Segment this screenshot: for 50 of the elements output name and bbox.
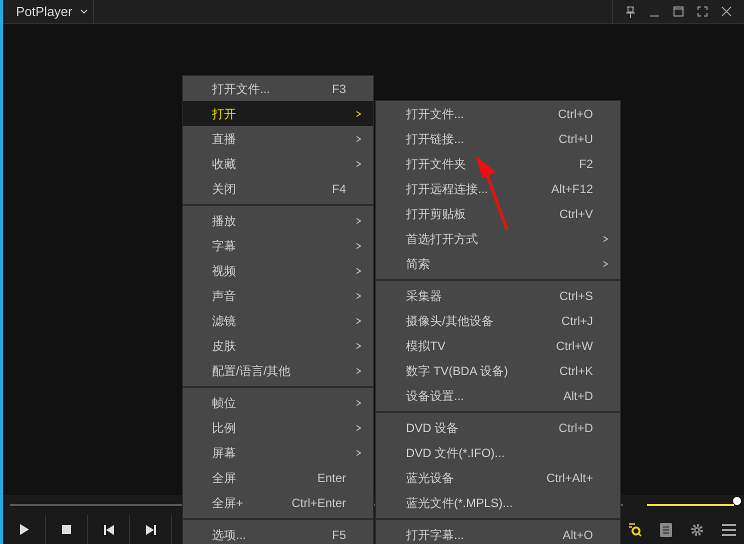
menu-item[interactable]: 蓝光文件(*.MPLS)... [376,490,620,515]
menu-item[interactable]: 帧位 [183,390,373,415]
menu-item[interactable]: 模拟TV Ctrl+W [376,333,620,358]
menu-item[interactable]: 采集器 Ctrl+S [376,283,620,308]
maximize-icon[interactable] [673,6,684,17]
menu-item[interactable]: 蓝光设备 Ctrl+Alt+ [376,465,620,490]
menu-item[interactable]: DVD 设备 Ctrl+D [376,415,620,440]
menu-item[interactable]: 字幕 [183,233,373,258]
menu-item[interactable]: 直播 [183,126,373,151]
window-title: PotPlayer [16,2,72,21]
search-icon[interactable] [628,522,642,536]
menu-icon[interactable] [722,524,736,536]
menu-item[interactable]: 比例 [183,415,373,440]
menu-item[interactable]: 选项... F5 [183,522,373,544]
menu-item[interactable]: 打开文件... F3 [183,76,373,101]
menu-item[interactable]: 收藏 [183,151,373,176]
settings-icon[interactable] [690,522,704,536]
close-icon[interactable] [721,6,732,17]
menu-item[interactable]: 打开链接... Ctrl+U [376,126,620,151]
menu-item[interactable]: 屏幕 [183,440,373,465]
fullscreen-icon[interactable] [697,6,708,17]
menu-item[interactable]: 声音 [183,283,373,308]
menu-item[interactable]: 关闭 F4 [183,176,373,201]
menu-item[interactable]: 滤镜 [183,308,373,333]
next-icon [146,524,156,534]
menu-item[interactable]: 播放 [183,208,373,233]
menu-item[interactable]: 打开文件... Ctrl+O [376,101,620,126]
menu-item[interactable]: 打开 [183,101,373,126]
pin-icon[interactable] [625,6,636,18]
previous-icon [104,524,114,534]
menu-item[interactable]: 打开剪贴板 Ctrl+V [376,201,620,226]
playlist-icon[interactable] [660,522,672,536]
menu-item[interactable]: 视频 [183,258,373,283]
menu-item[interactable]: 打开文件夹 F2 [376,151,620,176]
menu-item[interactable]: 全屏 Enter [183,465,373,490]
menu-item[interactable]: 数字 TV(BDA 设备) Ctrl+K [376,358,620,383]
menu-item[interactable]: 首选打开方式 [376,226,620,251]
menu-item[interactable]: 打开远程连接... Alt+F12 [376,176,620,201]
menu-item[interactable]: 设备设置... Alt+D [376,383,620,408]
menu-item[interactable]: 打开字幕... Alt+O [376,522,620,544]
menu-item[interactable]: 简索 [376,251,620,276]
menu-item[interactable]: 全屏+ Ctrl+Enter [183,490,373,515]
chevron-down-icon[interactable] [80,9,88,14]
menu-item[interactable]: 摄像头/其他设备 Ctrl+J [376,308,620,333]
menu-item[interactable]: 配置/语言/其他 [183,358,373,383]
play-icon [20,524,29,535]
menu-item[interactable]: DVD 文件(*.IFO)... [376,440,620,465]
volume-track[interactable] [647,502,734,508]
menu-item[interactable]: 皮肤 [183,333,373,358]
stop-icon [62,525,71,534]
